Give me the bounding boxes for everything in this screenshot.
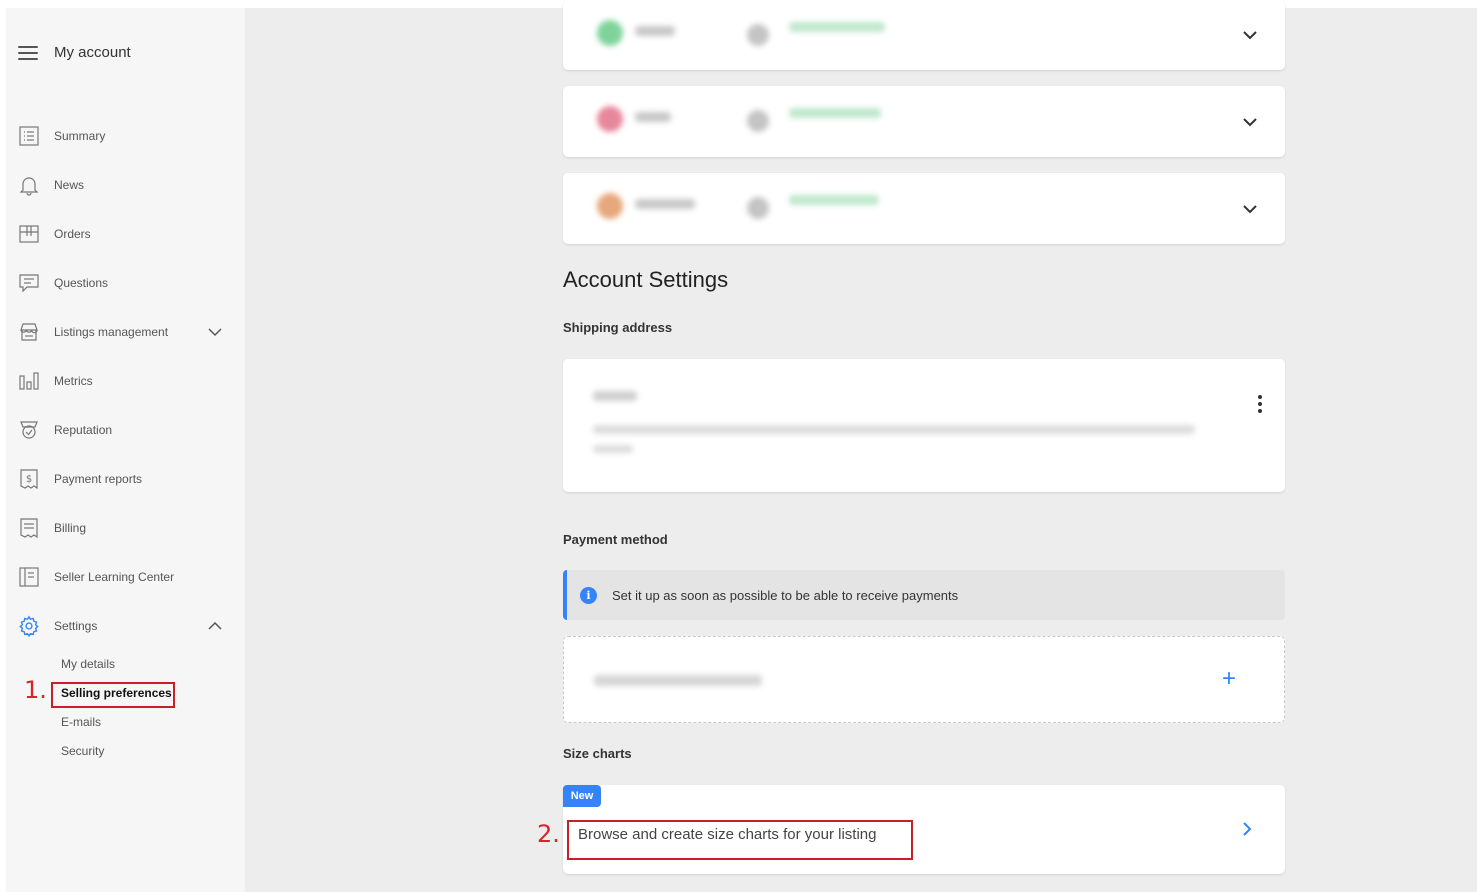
blurred-logo-icon xyxy=(597,106,623,132)
blurred-text xyxy=(789,108,881,118)
chat-icon xyxy=(18,272,40,294)
sidebar-item-label: Settings xyxy=(54,619,98,633)
blurred-icon xyxy=(747,110,769,132)
store-icon xyxy=(18,321,40,343)
sidebar-item-metrics[interactable]: Metrics xyxy=(18,368,223,394)
blurred-icon xyxy=(747,24,769,46)
blurred-text xyxy=(593,425,1195,434)
gear-icon xyxy=(18,615,40,637)
sidebar-item-label: Orders xyxy=(54,227,91,241)
blurred-text xyxy=(635,199,695,209)
sidebar-item-news[interactable]: News xyxy=(18,172,223,198)
sidebar-item-label: Metrics xyxy=(54,374,93,388)
annotation-box-2 xyxy=(567,820,913,860)
payment-info-text: Set it up as soon as possible to be able… xyxy=(612,587,959,603)
new-badge: New xyxy=(563,785,601,807)
chevron-down-icon[interactable] xyxy=(207,324,223,340)
summary-icon xyxy=(18,125,40,147)
more-options-icon[interactable] xyxy=(1257,395,1263,413)
collapsed-card-2[interactable] xyxy=(563,86,1285,157)
box-icon xyxy=(18,223,40,245)
book-icon xyxy=(18,566,40,588)
info-icon: i xyxy=(580,586,597,604)
sidebar-item-questions[interactable]: Questions xyxy=(18,270,223,296)
size-charts-label: Size charts xyxy=(563,746,632,761)
blurred-icon xyxy=(747,197,769,219)
bar-chart-icon xyxy=(18,370,40,392)
sidebar-item-label: Payment reports xyxy=(54,472,143,486)
shipping-address-card xyxy=(563,359,1285,492)
sidebar-item-label: News xyxy=(54,178,85,192)
bell-icon xyxy=(18,174,40,196)
blurred-logo-icon xyxy=(597,193,623,219)
collapsed-card-1[interactable] xyxy=(563,0,1285,70)
sidebar-subitem-emails[interactable]: E-mails xyxy=(61,715,101,729)
sidebar-header: My account xyxy=(18,44,131,61)
page-title: Account Settings xyxy=(563,267,729,292)
sidebar-item-settings[interactable]: Settings xyxy=(18,613,223,639)
sidebar-item-orders[interactable]: Orders xyxy=(18,221,223,247)
blurred-text xyxy=(789,22,885,32)
blurred-text xyxy=(635,112,671,122)
sidebar-item-payment-reports[interactable]: $ Payment reports xyxy=(18,466,223,492)
sidebar-item-billing[interactable]: Billing xyxy=(18,515,223,541)
annotation-box-1 xyxy=(51,682,175,708)
dollar-receipt-icon: $ xyxy=(18,468,40,490)
sidebar-item-listings-management[interactable]: Listings management xyxy=(18,319,223,345)
sidebar-item-seller-learning-center[interactable]: Seller Learning Center xyxy=(18,564,223,590)
blurred-text xyxy=(593,391,637,401)
blurred-text xyxy=(594,675,762,686)
sidebar-item-label: Seller Learning Center xyxy=(54,570,175,584)
chevron-down-icon[interactable] xyxy=(1241,26,1259,44)
blurred-text xyxy=(635,26,675,36)
chevron-down-icon[interactable] xyxy=(1241,200,1259,218)
sidebar-title: My account xyxy=(54,44,131,61)
svg-text:$: $ xyxy=(26,474,32,485)
sidebar-item-label: Billing xyxy=(54,521,87,535)
blurred-text xyxy=(593,445,633,453)
shipping-address-label: Shipping address xyxy=(563,320,673,335)
hamburger-menu-icon[interactable] xyxy=(18,45,38,60)
sidebar-item-reputation[interactable]: Reputation xyxy=(18,417,223,443)
annotation-step-1: 1. xyxy=(24,676,47,704)
sidebar-item-label: Summary xyxy=(54,129,106,143)
sidebar-subitem-my-details[interactable]: My details xyxy=(61,657,115,671)
chevron-down-icon[interactable] xyxy=(1241,113,1259,131)
annotation-step-2: 2. xyxy=(537,820,560,848)
payment-method-label: Payment method xyxy=(563,532,668,547)
medal-icon xyxy=(18,419,40,441)
chevron-up-icon[interactable] xyxy=(207,618,223,634)
sidebar-subitem-security[interactable]: Security xyxy=(61,744,104,758)
sidebar-item-label: Questions xyxy=(54,276,109,290)
sidebar-item-summary[interactable]: Summary xyxy=(18,123,223,149)
sidebar-item-label: Reputation xyxy=(54,423,113,437)
blurred-text xyxy=(789,195,879,205)
receipt-icon xyxy=(18,517,40,539)
plus-icon[interactable]: + xyxy=(1222,667,1236,691)
sidebar-item-label: Listings management xyxy=(54,325,169,339)
add-payment-method-card[interactable]: + xyxy=(563,636,1285,723)
blurred-logo-icon xyxy=(597,20,623,46)
chevron-right-icon[interactable] xyxy=(1238,820,1256,838)
payment-info-banner: i Set it up as soon as possible to be ab… xyxy=(563,570,1285,620)
collapsed-card-3[interactable] xyxy=(563,173,1285,244)
